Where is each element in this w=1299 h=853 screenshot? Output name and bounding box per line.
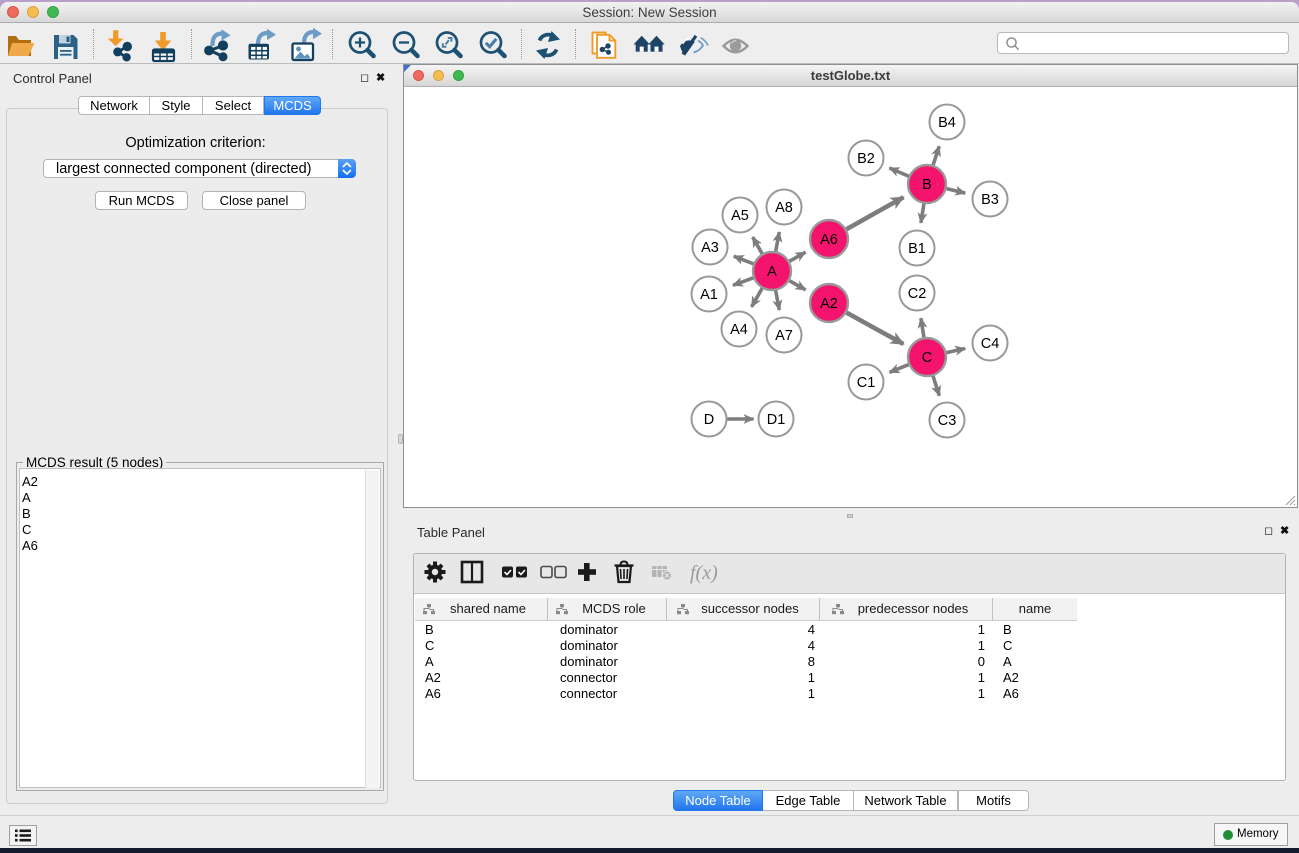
svg-text:f(x): f(x) — [690, 562, 718, 584]
svg-text:C4: C4 — [981, 336, 1000, 352]
svg-text:A2: A2 — [820, 296, 838, 312]
svg-text:C2: C2 — [908, 286, 927, 302]
svg-text:C1: C1 — [857, 375, 876, 391]
svg-text:B1: B1 — [908, 241, 926, 257]
svg-text:C: C — [922, 350, 932, 366]
svg-text:D: D — [704, 412, 714, 428]
svg-text:B4: B4 — [938, 115, 956, 131]
svg-text:D1: D1 — [767, 412, 786, 428]
svg-text:B: B — [922, 177, 932, 193]
svg-text:A1: A1 — [700, 287, 718, 303]
svg-text:A7: A7 — [775, 328, 793, 344]
svg-text:A6: A6 — [820, 232, 838, 248]
svg-text:A: A — [767, 264, 777, 280]
svg-text:A4: A4 — [730, 322, 748, 338]
svg-text:B3: B3 — [981, 192, 999, 208]
svg-text:A5: A5 — [731, 208, 749, 224]
svg-text:A8: A8 — [775, 200, 793, 216]
svg-text:C3: C3 — [938, 413, 957, 429]
svg-text:A3: A3 — [701, 240, 719, 256]
svg-text:B2: B2 — [857, 151, 875, 167]
